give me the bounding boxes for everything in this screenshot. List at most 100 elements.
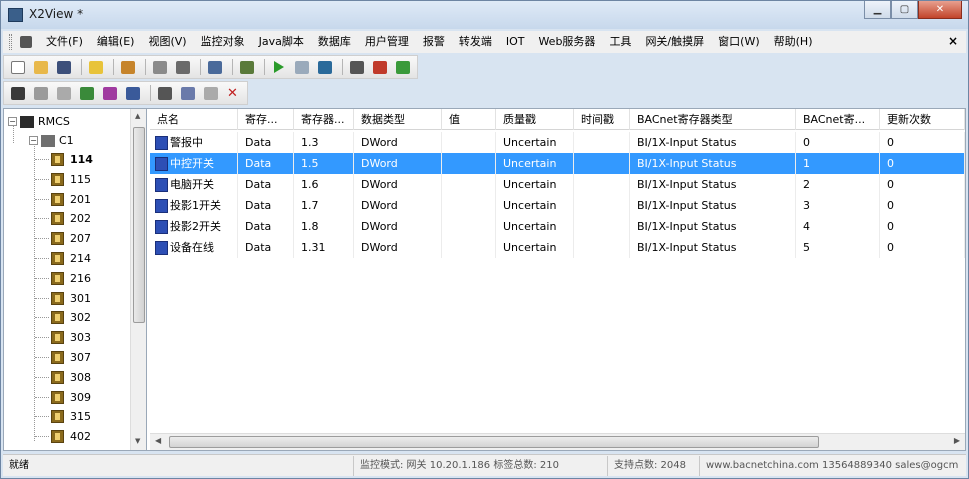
device-icon[interactable] [150,58,170,76]
scroll-right-icon[interactable]: ▶ [954,436,960,445]
column-header[interactable]: BACnet寄存器类型 [630,109,796,130]
menu-item-13[interactable]: 窗口(W) [711,32,766,52]
grid-icon[interactable] [8,84,28,102]
table-row[interactable]: 投影2开关 Data 1.8 DWord Uncertain BI/1X-Input St… [150,216,965,237]
link-icon[interactable] [31,84,51,102]
table-row[interactable]: 电脑开关 Data 1.6 DWord Uncertain BI/1X-Input Sta… [150,174,965,195]
tools-icon[interactable] [347,58,367,76]
collapse-icon[interactable]: − [29,136,38,145]
delete-icon[interactable]: ✕ [224,84,244,102]
tree-node[interactable]: 402 [35,427,91,446]
tree-node[interactable]: 303 [35,328,91,347]
script-icon[interactable] [237,58,257,76]
tree-node[interactable]: 216 [35,269,91,288]
column-header[interactable]: BACnet寄... [796,109,880,130]
tree-node[interactable]: 308 [35,368,91,387]
device2-icon[interactable] [173,58,193,76]
up-arrow-icon[interactable] [118,58,138,76]
menu-item-11[interactable]: 工具 [602,32,638,52]
workspace: − RMCS − C1 114 115 201 202 207 214 216 301 302 3… [3,108,966,451]
column-header[interactable]: 数据类型 [354,109,442,130]
scroll-up-icon[interactable]: ▲ [135,112,140,120]
scroll-down-icon[interactable]: ▼ [135,437,140,445]
table-row[interactable]: 警报中 Data 1.3 DWord Uncertain BI/1X-Input Stat… [150,132,965,153]
tree-node[interactable]: 309 [35,388,91,407]
menu-item-2[interactable]: 视图(V) [141,32,193,52]
tree-scroll-thumb[interactable] [133,127,145,323]
channel-icon [41,134,55,147]
tree-node[interactable]: 315 [35,407,91,426]
column-header[interactable]: 点名 [150,109,238,130]
tree-root[interactable]: − RMCS [8,112,70,131]
menu-item-9[interactable]: IOT [499,32,532,52]
menu-item-5[interactable]: 数据库 [311,32,358,52]
menu-item-8[interactable]: 转发端 [452,32,499,52]
tree-node[interactable]: 214 [35,249,91,268]
close-button[interactable]: ✕ [918,1,962,19]
column-header[interactable]: 寄存器... [294,109,354,130]
column-header[interactable]: 值 [442,109,496,130]
table-hscrollbar[interactable]: ◀ ▶ [150,433,965,450]
tree-node[interactable]: 207 [35,229,91,248]
table-cell-type: DWord [354,153,442,174]
cut-icon[interactable] [155,84,175,102]
table-row[interactable]: 投影1开关 Data 1.7 DWord Uncertain BI/1X-Input St… [150,195,965,216]
title-bar[interactable]: X2View * ▁ ▢ ✕ [1,1,968,29]
table-cell-time [574,195,630,216]
tree-node[interactable]: 307 [35,348,91,367]
scroll-left-icon[interactable]: ◀ [155,436,161,445]
tree-node[interactable]: 201 [35,190,91,209]
refresh-icon[interactable] [315,58,335,76]
table-scroll-thumb[interactable] [169,436,819,448]
save-icon[interactable] [54,58,74,76]
column-header[interactable]: 更新次数 [880,109,965,130]
tree-node[interactable]: 115 [35,170,91,189]
menu-item-1[interactable]: 编辑(E) [90,32,142,52]
menu-item-6[interactable]: 用户管理 [358,32,416,52]
tree-channel[interactable]: − C1 [29,131,74,150]
tree-node[interactable]: 301 [35,289,91,308]
menu-item-7[interactable]: 报警 [416,32,452,52]
table-cell-addr: 1.8 [294,216,354,237]
folder-add-icon[interactable] [77,84,97,102]
table-cell-value [442,153,496,174]
maximize-button[interactable]: ▢ [891,1,918,19]
table-row[interactable]: 设备在线 Data 1.31 DWord Uncertain BI/1X-Input St… [150,237,965,258]
run-icon[interactable] [269,58,289,76]
collapse-icon[interactable]: − [8,117,17,126]
tree-scrollbar[interactable]: ▲ ▼ [130,109,146,450]
point-name: 设备在线 [170,241,214,254]
tree-node-label: 302 [70,311,91,325]
paste-icon[interactable] [201,84,221,102]
tree-node[interactable]: 202 [35,209,91,228]
menu-item-4[interactable]: Java脚本 [252,32,311,52]
column-header[interactable]: 时间戳 [574,109,630,130]
bulb-icon[interactable] [86,58,106,76]
column-header[interactable]: 寄存... [238,109,294,130]
menu-item-12[interactable]: 网关/触摸屏 [638,32,711,52]
table-row[interactable]: 中控开关 Data 1.5 DWord Uncertain BI/1X-Input Sta… [150,153,965,174]
tree-node[interactable]: 114 [35,150,93,169]
copy-icon[interactable] [178,84,198,102]
mdi-close-button[interactable]: × [948,34,958,48]
table-cell-updates: 0 [880,132,965,153]
window-icon[interactable] [123,84,143,102]
table-icon[interactable] [54,84,74,102]
menu-item-0[interactable]: 文件(F) [39,32,90,52]
point-icon [155,219,168,234]
menu-item-14[interactable]: 帮助(H) [767,32,820,52]
menu-item-3[interactable]: 监控对象 [194,32,252,52]
device-node-icon [51,271,64,285]
open-folder-icon[interactable] [31,58,51,76]
menu-item-10[interactable]: Web服务器 [531,32,602,52]
column-header[interactable]: 质量戳 [496,109,574,130]
config-icon[interactable] [205,58,225,76]
ports-icon[interactable] [370,58,390,76]
minimize-button[interactable]: ▁ [864,1,891,19]
transfer-icon[interactable] [393,58,413,76]
table-cell-addr: 1.31 [294,237,354,258]
new-file-icon[interactable] [8,58,28,76]
stop-icon[interactable] [292,58,312,76]
db-icon[interactable] [100,84,120,102]
tree-node[interactable]: 302 [35,308,91,327]
